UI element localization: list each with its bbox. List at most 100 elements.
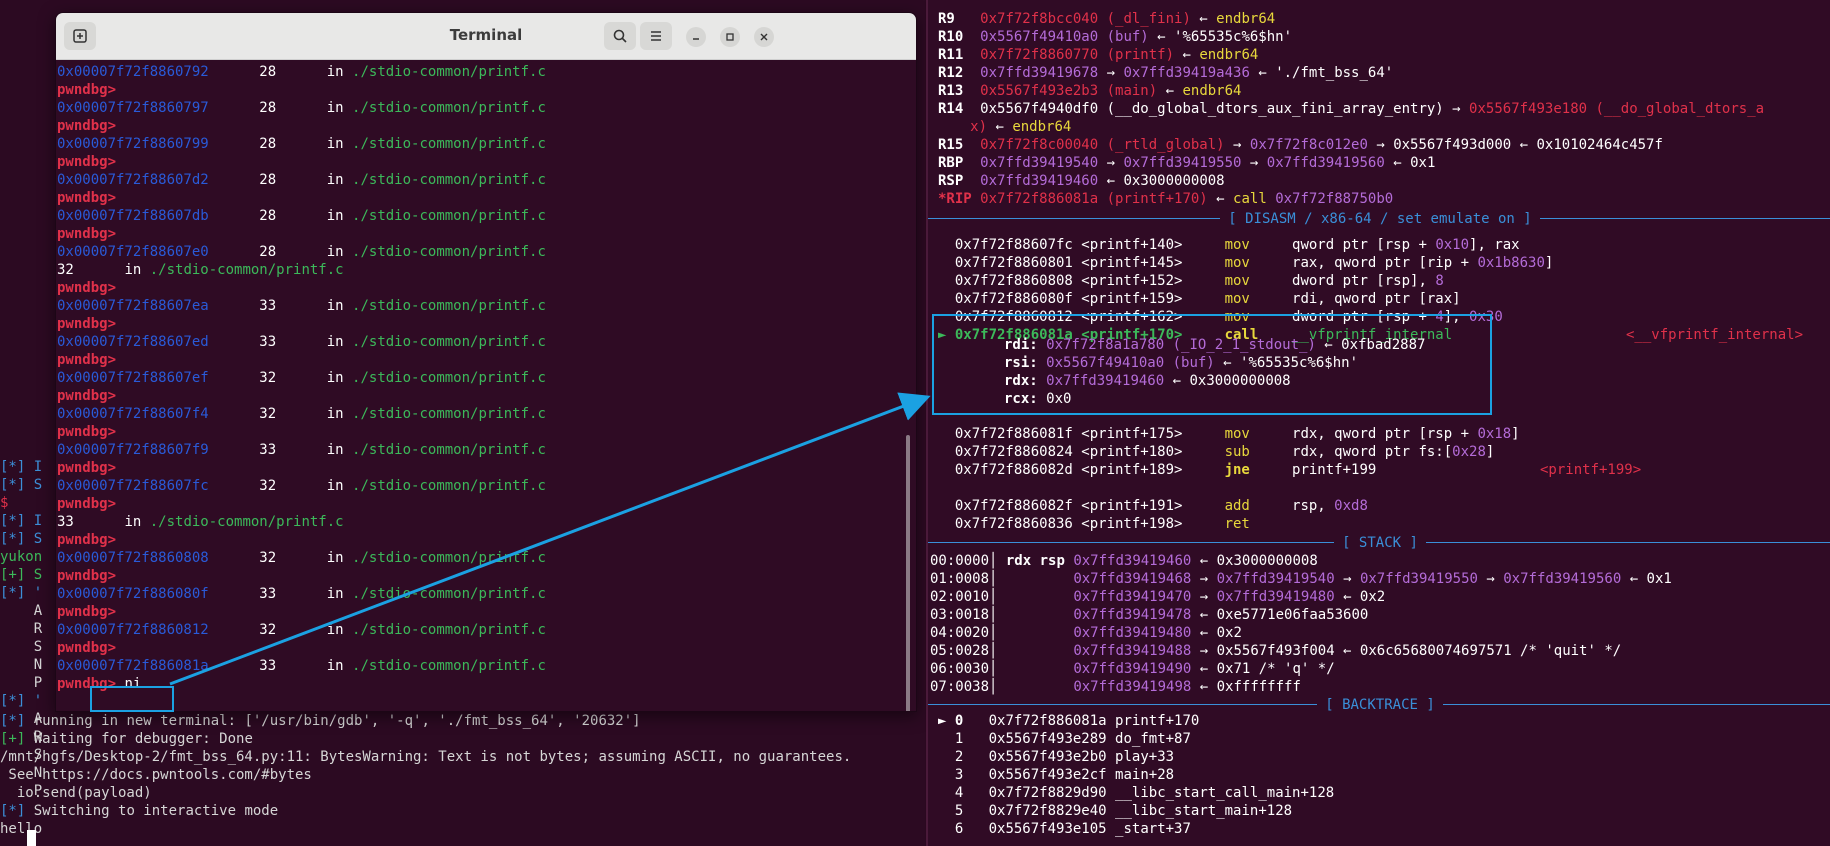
gdb-in: in <box>326 622 344 638</box>
register-value: endbr64 <box>1199 47 1259 63</box>
left-strip-line: [*] S <box>0 530 60 548</box>
stack-register-tag: rdx rsp <box>1005 553 1074 569</box>
gdb-terminal-window[interactable]: Terminal 0x00007f72f8860792 28 in ./stdi… <box>55 12 917 712</box>
disasm-header: [ DISASM / x86-64 / set emulate on ] <box>928 211 1830 227</box>
gdb-spacer <box>276 658 327 674</box>
frame-number: 1 <box>938 731 964 747</box>
frame-spacer <box>963 821 988 837</box>
gdb-line: 0x00007f72f8860812 32 in ./stdio-common/… <box>56 621 546 639</box>
backtrace-row: 1 0x5567f493e289 do_fmt+87 <box>938 730 1191 748</box>
register-value: ← <box>1190 11 1217 27</box>
gdb-spacer <box>344 370 352 386</box>
gdb-prompt: pwndbg> <box>57 316 117 332</box>
register-value: 0x7ffd39419560 <box>1266 155 1385 171</box>
gdb-source-file: ./stdio-common/printf.c <box>352 406 546 422</box>
left-strip-line: N <box>0 656 60 674</box>
gdb-prompt: pwndbg> <box>57 460 117 476</box>
frame-address: 0x5567f493e105 <box>988 821 1107 837</box>
gdb-spacer <box>209 478 260 494</box>
gdb-spacer <box>141 262 149 278</box>
gdb-address: 0x00007f72f88607db <box>57 208 209 224</box>
left-strip-text: [*] ' <box>0 585 43 601</box>
gdb-line-number: 32 <box>259 370 277 386</box>
stack-offset: 03:0018 <box>930 607 990 623</box>
gdb-line: 0x00007f72f8860797 28 in ./stdio-common/… <box>56 99 546 117</box>
menu-button[interactable] <box>640 22 672 50</box>
disasm-row: 0x7f72f886082d <printf+189> jne printf+1… <box>938 461 1641 479</box>
window-titlebar[interactable]: Terminal <box>56 13 916 60</box>
gdb-spacer <box>344 244 352 260</box>
gdb-spacer <box>209 208 260 224</box>
instruction-address <box>955 480 1225 496</box>
ni-command-highlight-box <box>90 686 174 712</box>
gdb-address: 0x00007f72f88607e0 <box>57 244 209 260</box>
register-value: → <box>1224 137 1250 153</box>
stack-value: ← 0x3000000008 <box>1191 553 1318 569</box>
search-button[interactable] <box>604 22 636 50</box>
gdb-spacer <box>209 136 260 152</box>
instruction-mnemonic: add <box>1224 498 1293 514</box>
gdb-line: 0x00007f72f88607e0 28 in ./stdio-common/… <box>56 243 546 261</box>
gdb-prompt: pwndbg> <box>57 568 117 584</box>
stack-value: ← 0x2 <box>1191 625 1242 641</box>
instruction-operand: rdx, qword ptr [rsp + <box>1292 426 1478 442</box>
stack-offset: 07:0038 <box>930 679 990 695</box>
search-icon <box>613 29 627 43</box>
register-value: ← <box>1174 47 1200 63</box>
frame-spacer <box>963 785 988 801</box>
gdb-line: pwndbg> <box>56 423 546 441</box>
register-value: ← <box>1207 191 1234 207</box>
gdb-line: pwndbg> <box>56 495 546 513</box>
gdb-address: 0x00007f72f886080f <box>57 586 209 602</box>
pwntools-line: io.send(payload) <box>0 784 925 802</box>
gdb-line-number: 32 <box>259 478 277 494</box>
gdb-spacer <box>276 64 327 80</box>
pwntools-text: io.send(payload) <box>0 785 152 801</box>
maximize-button[interactable] <box>720 27 740 47</box>
instruction-address: 0x7f72f8860801 <printf+145> <box>954 255 1225 271</box>
frame-address: 0x5567f493e2cf <box>988 767 1107 783</box>
register-row: R10 0x5567f49410a0 (buf) ← '%65535c%6$hn… <box>938 28 1292 46</box>
pwntools-line: hello <box>0 820 925 838</box>
stack-separator: │ <box>989 607 1006 623</box>
branch-target-annotation: <printf+199> <box>1540 462 1642 478</box>
gdb-source-file: ./stdio-common/printf.c <box>352 172 546 188</box>
gdb-spacer <box>344 208 352 224</box>
stack-separator: │ <box>989 571 1006 587</box>
pwntools-text: See https://docs.pwntools.com/#bytes <box>0 767 312 783</box>
gdb-source-file: ./stdio-common/printf.c <box>352 334 546 350</box>
gdb-prompt: pwndbg> <box>57 154 117 170</box>
gdb-spacer <box>344 100 352 116</box>
stack-value: 0x7ffd39419488 <box>1073 643 1192 659</box>
gdb-spacer <box>276 172 327 188</box>
gdb-source-file: ./stdio-common/printf.c <box>149 514 344 530</box>
stack-register-tag <box>1006 679 1073 695</box>
close-button[interactable] <box>754 27 774 47</box>
frame-address: 0x5567f493e289 <box>988 731 1107 747</box>
instruction-mnemonic: jne <box>1224 462 1293 478</box>
frame-spacer <box>1107 749 1115 765</box>
gdb-spacer <box>209 550 260 566</box>
register-name: R13 <box>938 83 981 99</box>
minimize-button[interactable] <box>686 27 706 47</box>
gdb-in: in <box>326 136 344 152</box>
terminal-scrollbar[interactable] <box>906 435 910 711</box>
gdb-spacer <box>276 406 327 422</box>
gdb-source-file: ./stdio-common/printf.c <box>352 100 546 116</box>
pwndbg-context-pane[interactable]: R9 0x7f72f8bcc040 (_dl_fini) ← endbr64 R1… <box>926 0 1830 846</box>
register-value: ← <box>1157 83 1183 99</box>
left-strip-line: P <box>0 674 60 692</box>
gdb-spacer <box>74 262 125 278</box>
marker-spacer <box>938 444 955 460</box>
gdb-output[interactable]: 0x00007f72f8860792 28 in ./stdio-common/… <box>56 63 546 693</box>
instruction-operand: 0x28 <box>1452 444 1486 460</box>
section-title: [ DISASM / x86-64 / set emulate on ] <box>1219 211 1541 227</box>
stack-row: 00:0000│ rdx rsp 0x7ffd39419460 ← 0x3000… <box>930 552 1318 570</box>
disasm-row: 0x7f72f886082f <printf+191> add rsp, 0xd… <box>938 497 1368 515</box>
backtrace-row: ► 0 0x7f72f886081a printf+170 <box>938 712 1199 730</box>
gdb-spacer <box>344 172 352 188</box>
left-strip-line: A <box>0 602 60 620</box>
register-name: R14 <box>938 101 981 117</box>
gdb-spacer <box>209 244 260 260</box>
register-value: 0x7ffd39419460 <box>980 173 1099 189</box>
